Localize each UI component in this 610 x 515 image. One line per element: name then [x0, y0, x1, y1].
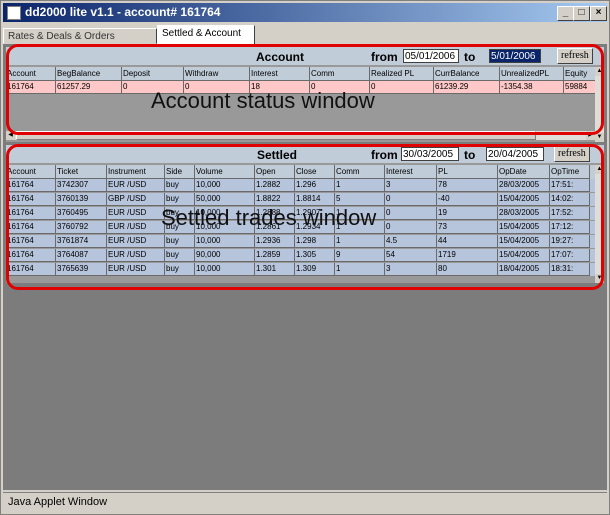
close-button[interactable]: ×	[590, 6, 607, 21]
title-bar[interactable]: dd2000 lite v1.1 - account# 161764 _ □ ×	[3, 3, 607, 22]
minimize-button[interactable]: _	[557, 6, 574, 21]
account-annotation-label: Account status window	[151, 88, 375, 113]
tab-strip: Rates & Deals & Orders Settled & Account	[3, 24, 607, 45]
tab-settled-account[interactable]: Settled & Account	[157, 25, 255, 45]
content-area: Account from 05/01/2006 to 5/01/2006 ref…	[3, 44, 607, 490]
scroll-down-arrow-icon[interactable]: ▼	[595, 133, 604, 142]
maximize-button[interactable]: □	[573, 6, 590, 21]
applet-window: dd2000 lite v1.1 - account# 161764 _ □ ×…	[0, 0, 610, 515]
status-bar: Java Applet Window	[3, 492, 607, 512]
window-title: dd2000 lite v1.1 - account# 161764	[25, 5, 221, 19]
tab-rates-deals-orders[interactable]: Rates & Deals & Orders	[3, 28, 157, 44]
app-icon	[7, 6, 21, 20]
settled-annotation-label: Settled trades window	[161, 205, 377, 230]
